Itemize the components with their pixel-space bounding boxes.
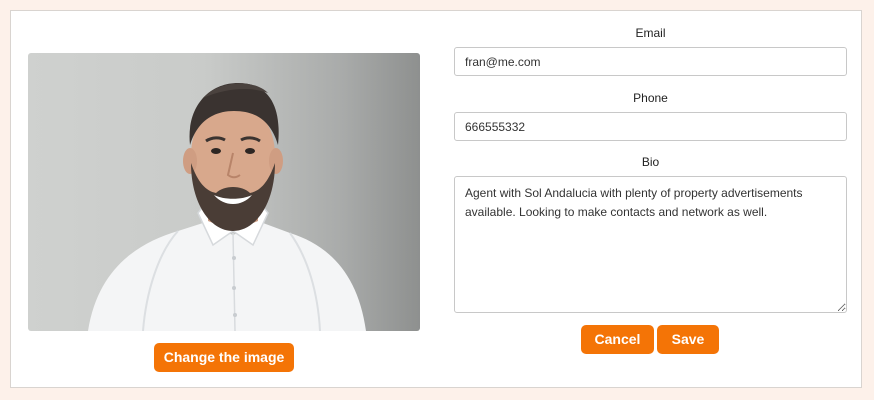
portrait-illustration bbox=[88, 83, 366, 331]
profile-photo bbox=[28, 53, 420, 331]
bio-textarea[interactable]: Agent with Sol Andalucia with plenty of … bbox=[454, 176, 847, 313]
profile-photo-section: Change the image bbox=[28, 53, 420, 372]
email-label: Email bbox=[635, 26, 666, 40]
phone-field[interactable] bbox=[454, 112, 847, 141]
change-image-button[interactable]: Change the image bbox=[154, 343, 294, 372]
email-field[interactable] bbox=[454, 47, 847, 76]
phone-label: Phone bbox=[633, 91, 668, 105]
profile-edit-card: Change the image Email Phone Bio Agent w… bbox=[10, 10, 862, 388]
bio-label: Bio bbox=[641, 155, 660, 169]
cancel-button[interactable]: Cancel bbox=[581, 325, 654, 354]
save-button[interactable]: Save bbox=[657, 325, 719, 354]
